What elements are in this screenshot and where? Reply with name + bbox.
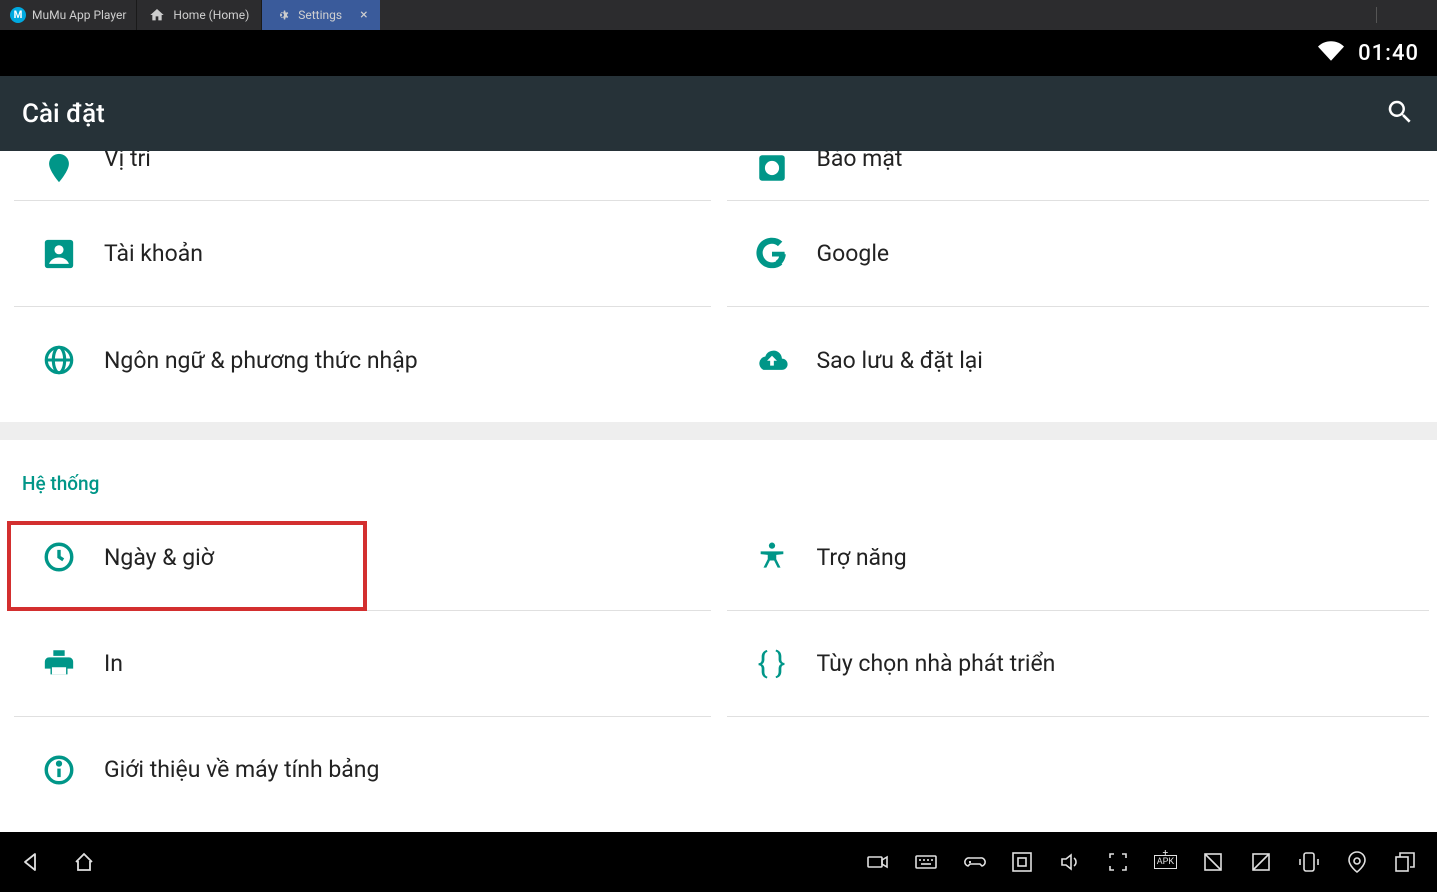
screen-record-icon[interactable] [866,850,890,874]
home-button[interactable] [72,850,96,874]
google-label: Google [817,240,890,267]
settings-item-datetime[interactable]: Ngày & giờ [14,505,711,611]
print-icon [14,646,104,680]
section-divider [0,422,1437,440]
android-status-bar: 01:40 [0,30,1437,76]
wifi-icon [1318,38,1344,68]
tab-settings-label: Settings [298,8,342,22]
rotate-left-button[interactable] [1249,850,1273,874]
emulator-app-label: M MuMu App Player [0,0,136,30]
settings-item-print[interactable]: In [14,611,711,717]
security-label: Bảo mật [817,151,903,172]
status-time: 01:40 [1358,41,1419,66]
system-section-header: Hệ thống [0,450,1437,505]
emulator-titlebar: M MuMu App Player Home (Home) Settings × [0,0,1437,30]
settings-item-accounts[interactable]: Tài khoản [14,201,711,307]
settings-item-developer[interactable]: { } Tùy chọn nhà phát triển [727,611,1430,717]
tab-settings[interactable]: Settings × [261,0,379,30]
developer-label: Tùy chọn nhà phát triển [817,650,1056,677]
settings-content: Vị trí Tài khoản Ngôn ngữ & phương thức … [0,151,1437,832]
print-label: In [104,650,123,677]
accessibility-label: Trợ năng [817,544,907,571]
clock-icon [14,540,104,574]
home-icon [149,7,165,23]
info-icon [14,753,104,787]
google-icon [727,237,817,271]
backup-label: Sao lưu & đặt lại [817,347,983,374]
page-title: Cài đặt [22,99,1385,129]
settings-item-security[interactable]: Bảo mật [727,151,1430,201]
about-label: Giới thiệu về máy tính bảng [104,756,379,783]
language-label: Ngôn ngữ & phương thức nhập [104,347,418,374]
settings-item-backup[interactable]: Sao lưu & đặt lại [727,307,1430,413]
developer-icon: { } [727,646,817,681]
search-icon[interactable] [1385,97,1415,131]
globe-icon [14,343,104,377]
settings-item-language[interactable]: Ngôn ngữ & phương thức nhập [14,307,711,413]
back-button[interactable] [20,850,44,874]
gamepad-icon[interactable] [962,850,986,874]
settings-item-accessibility[interactable]: Trợ năng [727,505,1430,611]
tab-home[interactable]: Home (Home) [136,0,261,30]
shake-button[interactable] [1297,850,1321,874]
window-controls [1340,0,1437,30]
datetime-label: Ngày & giờ [104,544,214,571]
multi-window-button[interactable] [1393,850,1417,874]
settings-item-location[interactable]: Vị trí [14,151,711,201]
apk-install-button[interactable]: APK [1154,855,1177,869]
android-nav-bar: APK [0,832,1437,892]
mumu-logo-icon: M [10,7,26,23]
accounts-label: Tài khoản [104,240,203,267]
close-tab-icon[interactable]: × [360,7,367,23]
gps-button[interactable] [1345,850,1369,874]
gear-icon [274,7,290,23]
keyboard-icon[interactable] [914,850,938,874]
volume-button[interactable] [1058,850,1082,874]
screenshot-button[interactable] [1106,850,1130,874]
emulator-app-name: MuMu App Player [32,8,126,22]
accessibility-icon [727,540,817,574]
settings-item-about[interactable]: Giới thiệu về máy tính bảng [14,717,711,823]
security-icon [727,151,817,185]
tab-home-label: Home (Home) [173,8,249,22]
account-icon [14,237,104,271]
cloud-upload-icon [727,343,817,377]
location-icon [14,151,104,185]
location-label: Vị trí [104,151,151,172]
settings-app-bar: Cài đặt [0,76,1437,151]
fullscreen-button[interactable] [1010,850,1034,874]
settings-item-google[interactable]: Google [727,201,1430,307]
rotate-right-button[interactable] [1201,850,1225,874]
